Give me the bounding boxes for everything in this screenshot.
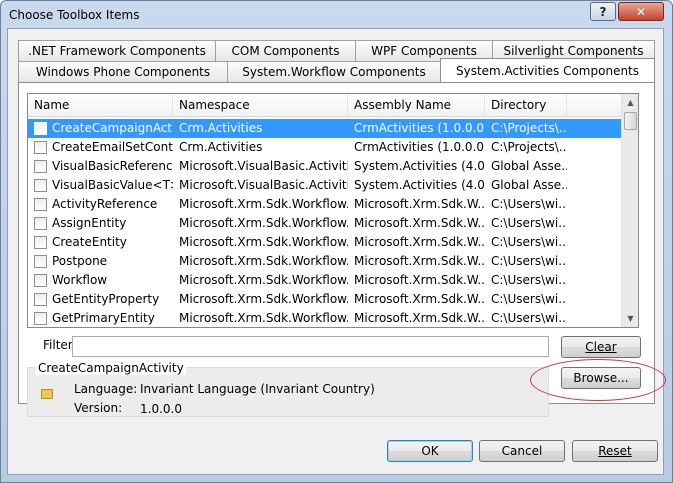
row-checkbox[interactable] <box>34 236 47 249</box>
cell-name: ActivityReference <box>52 197 158 211</box>
cell-name: VisualBasicReference... <box>52 159 173 173</box>
clear-button-label: Clear <box>585 340 617 354</box>
cell-assembly: CrmActivities (1.0.0.0) <box>354 121 485 135</box>
cell-assembly: Microsoft.Xrm.Sdk.W... <box>354 311 485 325</box>
tab-system-workflow[interactable]: System.Workflow Components <box>227 61 441 82</box>
tab-system-activities[interactable]: System.Activities Components <box>440 58 655 82</box>
close-button[interactable]: ✕ <box>618 2 664 21</box>
cell-directory: C:\Users\wi... <box>491 197 567 211</box>
column-header-assembly[interactable]: Assembly Name <box>348 94 485 117</box>
cell-name: GetEntityProperty <box>52 292 160 306</box>
row-checkbox[interactable] <box>34 141 47 154</box>
list-header: Name Namespace Assembly Name Directory <box>28 94 623 117</box>
cell-directory: C:\Users\wi... <box>491 216 567 230</box>
cell-name: AssignEntity <box>52 216 127 230</box>
item-info-title: CreateCampaignActivity <box>36 361 186 375</box>
help-button[interactable]: ? <box>590 2 616 21</box>
cell-name: GetPrimaryEntity <box>52 311 155 325</box>
table-row[interactable]: VisualBasicReference... Microsoft.VisualB… <box>28 157 623 176</box>
cell-namespace: Crm.Activities <box>179 121 263 135</box>
cell-assembly: Microsoft.Xrm.Sdk.W... <box>354 216 485 230</box>
cell-namespace: Microsoft.Xrm.Sdk.Workflow... <box>179 197 348 211</box>
cell-directory: C:\Projects\... <box>491 121 567 135</box>
cell-name: VisualBasicValue<T> <box>52 178 173 192</box>
cell-assembly: Microsoft.Xrm.Sdk.W... <box>354 273 485 287</box>
row-checkbox[interactable] <box>34 122 47 135</box>
ok-button[interactable]: OK <box>387 440 473 462</box>
row-checkbox[interactable] <box>34 160 47 173</box>
column-header-name[interactable]: Name <box>28 94 173 117</box>
cell-namespace: Microsoft.Xrm.Sdk.Workflow... <box>179 235 348 249</box>
scroll-down-icon[interactable]: ▼ <box>622 310 638 327</box>
title-bar: Choose Toolbox Items ? ✕ <box>1 1 672 29</box>
cell-directory: C:\Users\wi... <box>491 273 567 287</box>
row-checkbox[interactable] <box>34 274 47 287</box>
reset-button[interactable]: Reset <box>572 440 658 462</box>
table-row[interactable]: CreateEntity Microsoft.Xrm.Sdk.Workflow..… <box>28 233 623 252</box>
cell-directory: C:\Users\wi... <box>491 311 567 325</box>
table-row[interactable]: AssignEntity Microsoft.Xrm.Sdk.Workflow..… <box>28 214 623 233</box>
table-row[interactable]: CreateEmailSetConta... Crm.Activities CrmA… <box>28 138 623 157</box>
cell-name: Postpone <box>52 254 108 268</box>
cell-namespace: Crm.Activities <box>179 140 263 154</box>
column-header-namespace[interactable]: Namespace <box>173 94 348 117</box>
version-value: 1.0.0.0 <box>140 402 182 416</box>
cancel-button[interactable]: Cancel <box>479 440 565 462</box>
scroll-up-icon[interactable]: ▲ <box>622 94 638 111</box>
column-header-directory[interactable]: Directory <box>485 94 567 117</box>
cell-directory: Global Asse... <box>491 178 567 192</box>
cell-name: CreateEmailSetConta... <box>52 140 173 154</box>
table-row[interactable]: ActivityReference Microsoft.Xrm.Sdk.Workf… <box>28 195 623 214</box>
annotation-circle <box>530 359 666 401</box>
tab-com[interactable]: COM Components <box>215 40 356 61</box>
cell-directory: C:\Users\wi... <box>491 235 567 249</box>
table-row[interactable]: Postpone Microsoft.Xrm.Sdk.Workflow... Mic… <box>28 252 623 271</box>
cell-namespace: Microsoft.VisualBasic.Activities <box>179 159 348 173</box>
language-label: Language: <box>74 382 138 396</box>
cell-name: Workflow <box>52 273 108 287</box>
row-checkbox[interactable] <box>34 179 47 192</box>
row-checkbox[interactable] <box>34 198 47 211</box>
components-list[interactable]: Name Namespace Assembly Name Directory C… <box>27 93 639 328</box>
cell-assembly: CrmActivities (1.0.0.0) <box>354 140 485 154</box>
window-title: Choose Toolbox Items <box>9 8 140 22</box>
table-row[interactable]: VisualBasicValue<T> Microsoft.VisualBasic… <box>28 176 623 195</box>
cell-assembly: Microsoft.Xrm.Sdk.W... <box>354 254 485 268</box>
cell-assembly: System.Activities (4.0.... <box>354 159 485 173</box>
cell-directory: Global Asse... <box>491 159 567 173</box>
cell-name: CreateEntity <box>52 235 127 249</box>
row-checkbox[interactable] <box>34 217 47 230</box>
tab-net-framework[interactable]: .NET Framework Components <box>18 40 216 61</box>
clear-button[interactable]: Clear <box>561 336 641 358</box>
version-label: Version: <box>74 401 123 415</box>
cell-assembly: Microsoft.Xrm.Sdk.W... <box>354 197 485 211</box>
cell-directory: C:\Users\wi... <box>491 292 567 306</box>
row-checkbox[interactable] <box>34 293 47 306</box>
row-checkbox[interactable] <box>34 255 47 268</box>
cell-name: CreateCampaignActi... <box>52 121 173 135</box>
cell-namespace: Microsoft.Xrm.Sdk.Workflow... <box>179 311 348 325</box>
cell-namespace: Microsoft.Xrm.Sdk.Workflow... <box>179 292 348 306</box>
cell-namespace: Microsoft.Xrm.Sdk.Workflow... <box>179 216 348 230</box>
tab-windows-phone[interactable]: Windows Phone Components <box>18 61 228 82</box>
table-row[interactable]: GetEntityProperty Microsoft.Xrm.Sdk.Workf… <box>28 290 623 309</box>
filter-input[interactable] <box>72 336 549 357</box>
table-row[interactable]: Workflow Microsoft.Xrm.Sdk.Workflow... Mic… <box>28 271 623 290</box>
table-row[interactable]: GetPrimaryEntity Microsoft.Xrm.Sdk.Workfl… <box>28 309 623 327</box>
cell-namespace: Microsoft.VisualBasic.Activities <box>179 178 348 192</box>
cell-assembly: Microsoft.Xrm.Sdk.W... <box>354 292 485 306</box>
row-checkbox[interactable] <box>34 312 47 325</box>
cell-directory: C:\Projects\... <box>491 140 567 154</box>
cell-namespace: Microsoft.Xrm.Sdk.Workflow... <box>179 273 348 287</box>
scroll-thumb[interactable] <box>624 112 637 130</box>
package-icon <box>41 389 53 399</box>
cell-namespace: Microsoft.Xrm.Sdk.Workflow... <box>179 254 348 268</box>
vertical-scrollbar[interactable]: ▲ ▼ <box>621 94 638 327</box>
cell-assembly: System.Activities (4.0.... <box>354 178 485 192</box>
reset-button-label: Reset <box>598 444 632 458</box>
table-row[interactable]: CreateCampaignActi... Crm.Activities CrmAc… <box>28 119 623 138</box>
cell-assembly: Microsoft.Xrm.Sdk.W... <box>354 235 485 249</box>
cell-directory: C:\Users\wi... <box>491 254 567 268</box>
language-value: Invariant Language (Invariant Country) <box>140 382 375 396</box>
